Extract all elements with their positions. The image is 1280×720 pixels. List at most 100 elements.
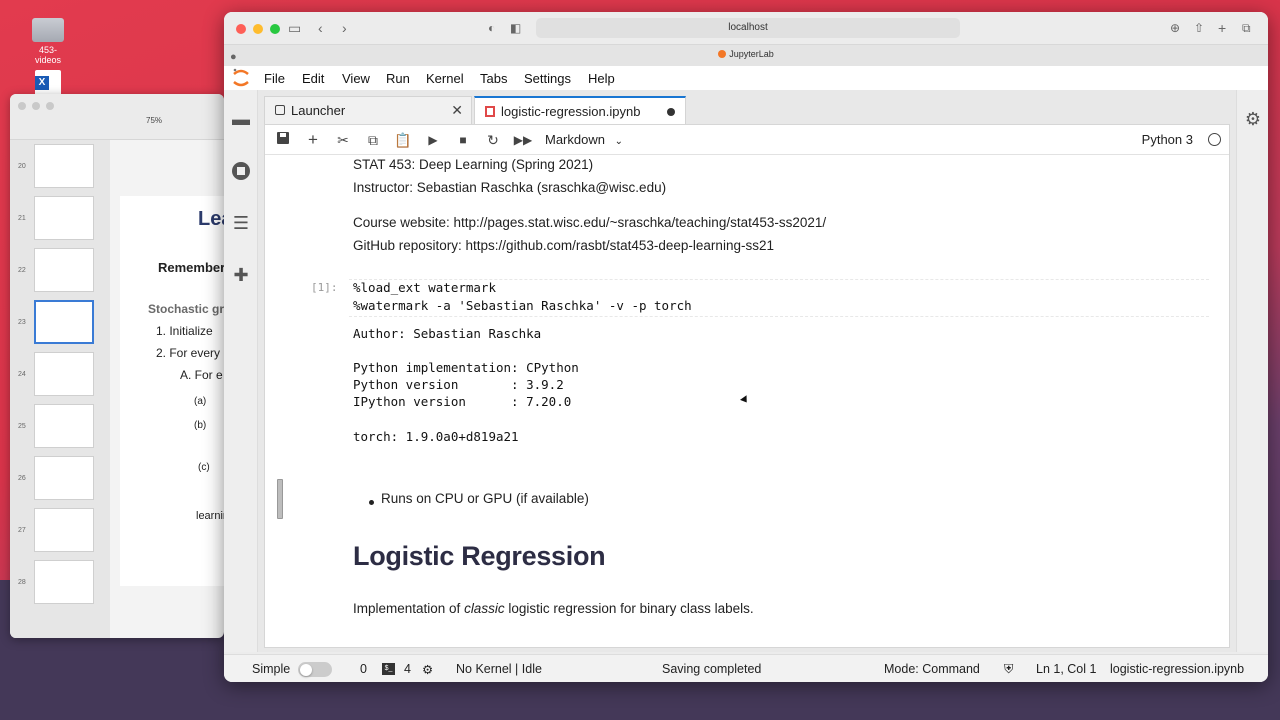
- jupyter-favicon-icon: [718, 50, 727, 58]
- cell-type-dropdown[interactable]: Markdown ⌄: [545, 132, 623, 147]
- menu-settings[interactable]: Settings: [524, 71, 571, 86]
- output-line: Python version : 3.9.2: [353, 377, 564, 392]
- tab-launcher-label: Launcher: [291, 103, 346, 118]
- gear-icon[interactable]: ⚙: [422, 662, 433, 677]
- notebook-icon: [485, 106, 495, 117]
- slide-thumbnail-selected[interactable]: [34, 300, 94, 344]
- course-website-link[interactable]: Course website: http://pages.stat.wisc.e…: [353, 215, 826, 230]
- close-icon[interactable]: ✕: [451, 102, 463, 119]
- menu-tabs[interactable]: Tabs: [480, 71, 507, 86]
- slide-thumbnail[interactable]: [34, 404, 94, 448]
- slide-thumbnail[interactable]: [34, 248, 94, 292]
- tab-notebook-label: logistic-regression.ipynb: [501, 104, 641, 119]
- cursor-position[interactable]: Ln 1, Col 1: [1036, 662, 1096, 676]
- notebook-panel: + ✂ ⧉ 📋 ▶ ■ ↻ ▶▶ Markdown ⌄ Python 3 STA…: [264, 124, 1230, 648]
- download-icon[interactable]: ⊕: [1170, 20, 1180, 36]
- unsaved-dot-icon[interactable]: [667, 108, 675, 116]
- running-kernels-icon[interactable]: [230, 160, 252, 182]
- sidebar-icon[interactable]: ▭: [288, 20, 301, 36]
- maximize-window-button[interactable]: [270, 24, 280, 34]
- browser-titlebar: ▭ ‹ › ◐ ◧ localhost ⊕ ⇧ + ⧉: [224, 12, 1268, 44]
- slide-number: 22: [18, 266, 26, 274]
- kernel-count[interactable]: 0: [360, 662, 367, 676]
- slide-thumbnail[interactable]: [34, 508, 94, 552]
- kernel-status[interactable]: No Kernel | Idle: [456, 662, 542, 676]
- left-sidebar: ▬ ☰ ✚: [224, 90, 258, 652]
- slide-thumbnail[interactable]: [34, 456, 94, 500]
- browser-window: ▭ ‹ › ◐ ◧ localhost ⊕ ⇧ + ⧉ ● JupyterLab…: [224, 12, 1268, 682]
- menu-view[interactable]: View: [342, 71, 370, 86]
- address-bar[interactable]: localhost: [536, 18, 960, 38]
- table-of-contents-icon[interactable]: ☰: [230, 212, 252, 234]
- slide-thumbnail[interactable]: [34, 196, 94, 240]
- cut-button[interactable]: ✂: [333, 130, 353, 150]
- trust-shield-icon[interactable]: ⛨: [1004, 662, 1013, 677]
- tabs-overview-icon[interactable]: ⧉: [1242, 20, 1251, 36]
- new-tab-icon[interactable]: +: [1218, 20, 1226, 36]
- slide-number: 23: [18, 318, 26, 326]
- privacy-icon[interactable]: ◐: [488, 20, 495, 36]
- intro-paragraph: Implementation of classic logistic regre…: [353, 601, 754, 616]
- main-dock-area: Launcher ✕ logistic-regression.ipynb + ✂…: [258, 90, 1236, 652]
- slide-thumbnail[interactable]: [34, 352, 94, 396]
- menu-run[interactable]: Run: [386, 71, 410, 86]
- browser-tabbar: ● JupyterLab: [224, 44, 1268, 66]
- bullet-text: Runs on CPU or GPU (if available): [381, 491, 589, 506]
- slide-number: 26: [18, 474, 26, 482]
- markdown-line: STAT 453: Deep Learning (Spring 2021): [353, 157, 594, 172]
- run-button[interactable]: ▶: [423, 130, 443, 150]
- extensions-icon[interactable]: ✚: [230, 264, 252, 286]
- terminal-icon: $_: [382, 663, 395, 675]
- tab-notebook[interactable]: logistic-regression.ipynb: [474, 96, 686, 124]
- launcher-icon: [275, 105, 285, 115]
- slide-canvas: Lea Remember Stochastic gra 1. Initializ…: [120, 196, 224, 586]
- restart-button[interactable]: ↻: [483, 130, 503, 150]
- slides-toolbar: 75%: [10, 94, 224, 140]
- save-button[interactable]: [273, 130, 293, 150]
- slide-thumbnail[interactable]: [34, 144, 94, 188]
- menu-file[interactable]: File: [264, 71, 285, 86]
- notebook-toolbar: + ✂ ⧉ 📋 ▶ ■ ↻ ▶▶ Markdown ⌄ Python 3: [265, 125, 1229, 155]
- browser-tab-title: JupyterLab: [729, 49, 774, 59]
- active-cell-indicator[interactable]: [277, 479, 283, 519]
- code-line: %watermark -a 'Sebastian Raschka' -v -p …: [353, 298, 692, 313]
- document-tabbar: Launcher ✕ logistic-regression.ipynb: [258, 96, 1236, 124]
- zoom-value[interactable]: 75%: [146, 116, 162, 125]
- kernel-name[interactable]: Python 3: [1142, 132, 1193, 147]
- slide-text: (a): [194, 396, 207, 407]
- jupyter-logo-icon[interactable]: [232, 68, 250, 88]
- minimize-window-button[interactable]: [253, 24, 263, 34]
- tab-launcher[interactable]: Launcher ✕: [264, 96, 472, 124]
- slide-thumbnail[interactable]: [34, 560, 94, 604]
- copy-button[interactable]: ⧉: [363, 130, 383, 150]
- insert-cell-button[interactable]: +: [303, 130, 323, 150]
- slide-text: (b): [194, 420, 207, 431]
- intro-text: Implementation of: [353, 601, 465, 616]
- close-window-button[interactable]: [236, 24, 246, 34]
- menu-kernel[interactable]: Kernel: [426, 71, 464, 86]
- shield-icon[interactable]: ◧: [510, 20, 521, 36]
- cell-type-value: Markdown: [545, 132, 605, 147]
- browser-tab[interactable]: JupyterLab: [224, 49, 1268, 59]
- terminal-count[interactable]: 4: [404, 662, 411, 676]
- github-repository-link[interactable]: GitHub repository: https://github.com/ra…: [353, 238, 774, 253]
- markdown-line: Instructor: Sebastian Raschka (sraschka@…: [353, 180, 667, 195]
- chevron-down-icon: ⌄: [614, 136, 623, 147]
- menu-edit[interactable]: Edit: [302, 71, 324, 86]
- slides-window: 75% 20 21 22 23 24 25 26 27 28 Lea Remem…: [10, 94, 224, 638]
- forward-icon[interactable]: ›: [342, 20, 347, 36]
- file-browser-icon[interactable]: ▬: [230, 108, 252, 130]
- paste-button[interactable]: 📋: [393, 130, 413, 150]
- output-line: IPython version : 7.20.0: [353, 394, 572, 409]
- stop-button[interactable]: ■: [453, 130, 473, 150]
- restart-run-all-button[interactable]: ▶▶: [513, 130, 533, 150]
- desktop-folder[interactable]: 453-videos: [26, 18, 70, 65]
- property-inspector-icon[interactable]: ⚙: [1242, 108, 1264, 130]
- simple-mode-toggle[interactable]: [298, 662, 332, 677]
- menu-help[interactable]: Help: [588, 71, 615, 86]
- output-line: Author: Sebastian Raschka: [353, 326, 542, 341]
- share-icon[interactable]: ⇧: [1194, 20, 1204, 36]
- right-sidebar: ⚙: [1236, 90, 1268, 652]
- back-icon[interactable]: ‹: [318, 20, 323, 36]
- slide-text: learning: [196, 510, 224, 522]
